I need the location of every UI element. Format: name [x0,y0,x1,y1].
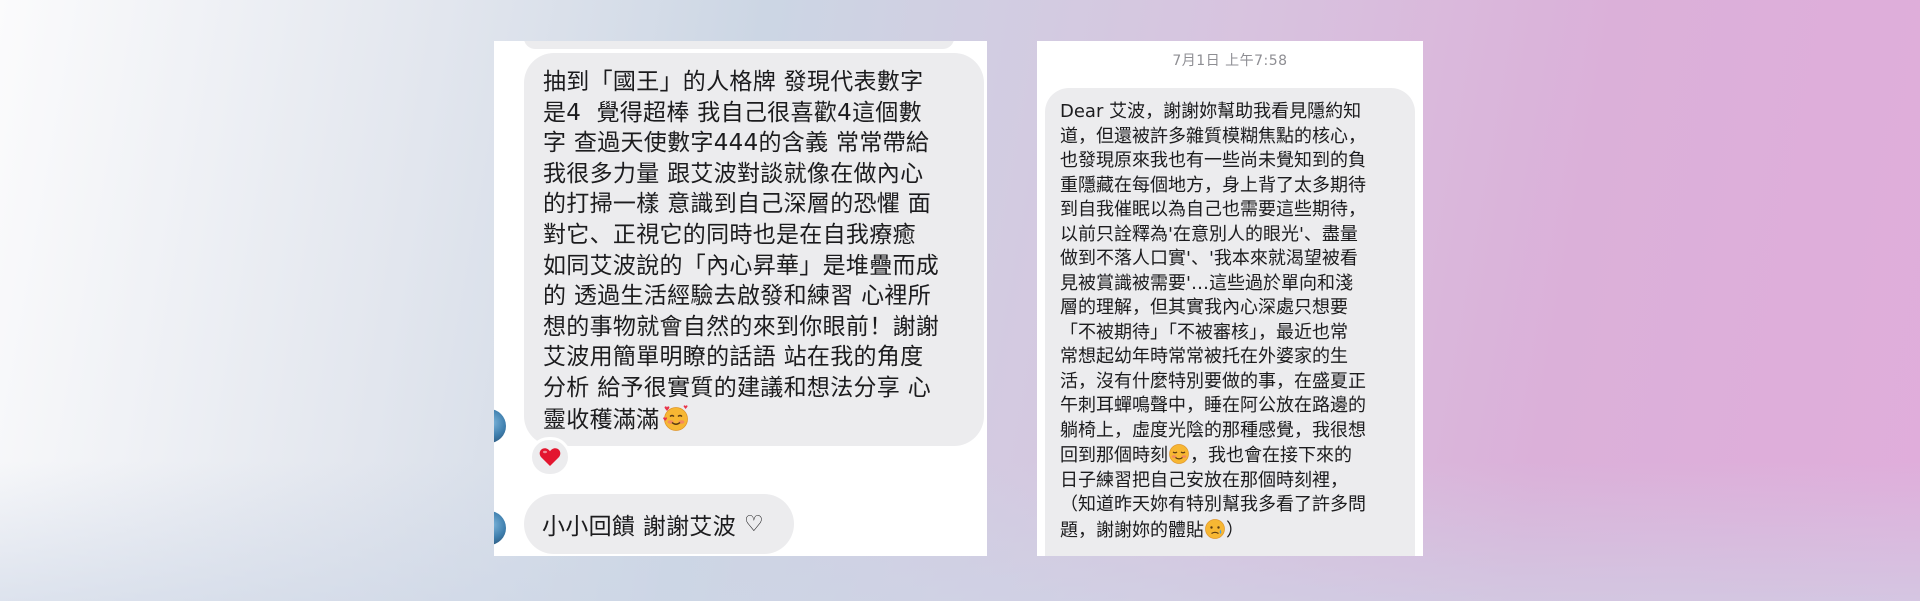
reaction-badge[interactable] [529,437,571,477]
sender-avatar[interactable] [494,409,506,443]
message-text: Dear 艾波，謝謝妳幫助我看見隱約知 道，但還被許多雜質模糊焦點的核心， 也發… [1060,101,1366,541]
message-bubble[interactable]: 抽到「國王」的人格牌 發現代表數字 是4 覺得超棒 我自己很喜歡4這個數 字 查… [524,53,984,446]
previous-message-bubble [524,41,954,49]
message-timestamp: 7月1日 上午7:58 [1172,53,1288,69]
red-heart-icon [539,448,561,466]
chat-screenshot-left: 抽到「國王」的人格牌 發現代表數字 是4 覺得超棒 我自己很喜歡4這個數 字 查… [494,41,987,556]
smiling-face-with-hearts-icon [662,404,688,431]
message-bubble[interactable]: Dear 艾波，謝謝妳幫助我看見隱約知 道，但還被許多雜質模糊焦點的核心， 也發… [1045,88,1415,556]
message-text: 抽到「國王」的人格牌 發現代表數字 是4 覺得超棒 我自己很喜歡4這個數 字 查… [543,69,940,433]
message-bubble[interactable]: 小小回饋 謝謝艾波 ♡ [524,494,794,554]
chat-screenshot-right: 7月1日 上午7:58 Dear 艾波，謝謝妳幫助我看見隱約知 道，但還被許多雜… [1037,41,1423,556]
relieved-smiling-face-icon [1169,444,1189,464]
sender-avatar[interactable] [494,511,506,545]
white-heart-icon: ♡ [744,511,765,537]
message-text: 小小回饋 謝謝艾波 [542,514,737,540]
sad-but-relieved-face-icon [1205,518,1225,539]
